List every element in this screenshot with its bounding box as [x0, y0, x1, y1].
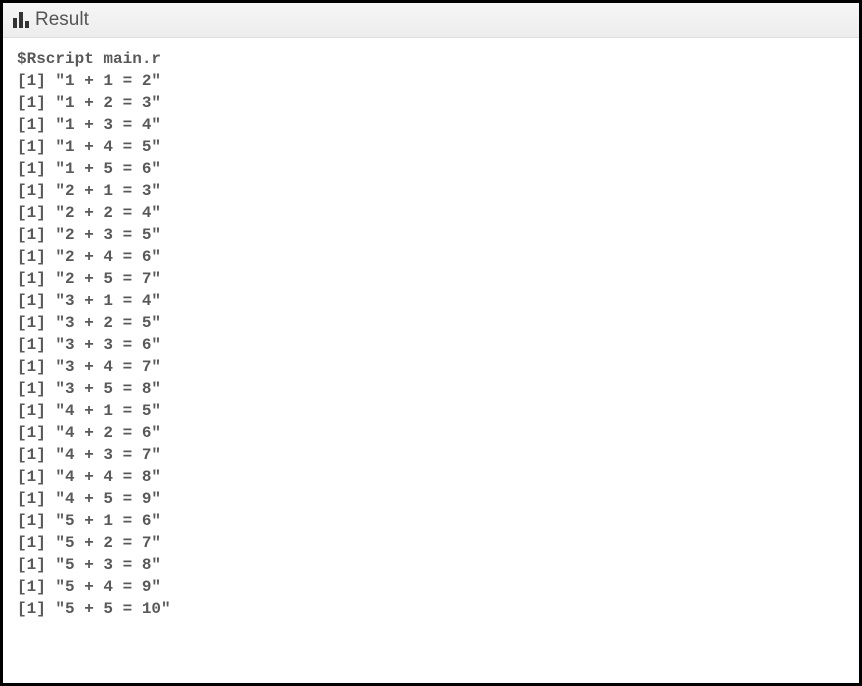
bar-chart-icon: [13, 12, 29, 28]
result-panel: Result $Rscript main.r [1] "1 + 1 = 2" […: [0, 0, 862, 686]
panel-title: Result: [35, 9, 89, 31]
console-output: $Rscript main.r [1] "1 + 1 = 2" [1] "1 +…: [17, 48, 845, 620]
panel-content: $Rscript main.r [1] "1 + 1 = 2" [1] "1 +…: [3, 38, 859, 683]
panel-header: Result: [3, 3, 859, 38]
